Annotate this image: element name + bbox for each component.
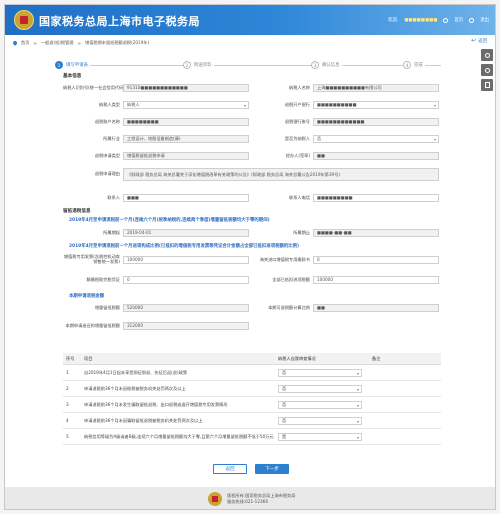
previous-button[interactable]: 返回 [213, 464, 247, 474]
table-row: 1 自2019年4月1日起未享受即征即退、先征后返(退)政策 否 ▾ [63, 364, 441, 381]
chevron-down-icon: ▾ [356, 434, 359, 440]
location-pin-icon [12, 40, 18, 46]
calc-section-title: 本期申请退税金额 [69, 294, 105, 299]
review-answer-select[interactable]: 否 ▾ [278, 384, 362, 393]
review-answer-select[interactable]: 否 ▾ [278, 400, 362, 409]
chevron-down-icon: ▾ [356, 418, 359, 424]
industry-field: 工程设计、地图设备制造(康) [123, 134, 249, 143]
account-name-field: ■■■■■■■■ [123, 117, 249, 126]
tax-payment-cert-input[interactable]: 0 [123, 275, 249, 284]
period-note: 2019年4月至申请退税前一个月(连续六个月(按季纳税的,连续两个季度)增量留抵… [69, 218, 270, 223]
table-row: 3 申请退税前36个月未发生骗取留抵退税、出口退税或虚开增值税专用发票情形 否 ▾ [63, 396, 441, 413]
app-window: 国家税务总局上海市电子税务局 欢迎, ■■■■■■■■ 首页 退出 首页 > 一… [4, 4, 496, 510]
site-title: 国家税务总局上海市电子税务局 [39, 15, 200, 28]
table-row: 2 申请退税前36个月未因偷税被税务机关处罚两次及以上 否 ▾ [63, 380, 441, 397]
increase-retention-field: 520000 [123, 303, 249, 312]
back-button[interactable]: ↩ 返回 [471, 37, 487, 45]
site-header: 国家税务总局上海市电子税务局 欢迎, ■■■■■■■■ 首页 退出 [5, 5, 495, 35]
ratio-note: 2019年4月至申请退税前一个月进项构成比例(已抵扣的增值税专用发票等凭证合计金… [69, 244, 300, 249]
bank-name-select[interactable]: ■■■■■■■■■■ ▾ [313, 100, 439, 109]
approver-field: ■■ [313, 151, 439, 160]
contact-input[interactable]: ■■■ [123, 193, 249, 202]
refund-reason-field: 《财政部 税务总局 海关总署关于深化增值税改革有关政策的公告》(财政部 税务总局… [123, 167, 439, 181]
customs-receipt-amount-input[interactable]: 0 [313, 255, 439, 264]
period-from-field: 2019-04-01 [123, 228, 249, 237]
side-tool-refresh[interactable] [481, 64, 493, 76]
special-invoice-amount-input[interactable]: 100000 [123, 255, 249, 264]
refund-amount-field: 312000 [123, 321, 249, 330]
home-link[interactable]: 首页 [454, 17, 463, 23]
breadcrumb-current: 增值税期末留抵税额退税(2019年) [85, 40, 150, 45]
step-progress: 1 填写申请表 2 附送资料 3 确认信息 4 完成 [55, 61, 445, 71]
taxpayer-id-field: 91310■■■■■■■■■■■■ [123, 83, 249, 92]
chevron-down-icon: ▾ [243, 102, 246, 108]
chevron-down-icon: ▾ [433, 102, 436, 108]
refund-type-field: 增值税留抵退税申请 [123, 151, 249, 160]
retention-section-title: 留抵退税信息 [63, 209, 91, 214]
footer-hotline: 服务热线:021-12366 [227, 499, 268, 504]
breadcrumb-home[interactable]: 首页 [21, 40, 29, 46]
credit-level-select[interactable]: 否 ▾ [313, 134, 439, 143]
phone-input[interactable]: ■■■■■■■■■ [313, 193, 439, 202]
breadcrumb: 首页 > 一般退(抵)税管理 > 增值税期末留抵税额退税(2019年) [12, 39, 150, 47]
chevron-down-icon: ▾ [356, 402, 359, 408]
next-step-button[interactable]: 下一步 [255, 464, 289, 474]
table-row: 4 申请退税前36个月未因骗取留抵退税被税务机关处罚两次及以上 否 ▾ [63, 412, 441, 429]
basic-section-title: 基本信息 [63, 74, 82, 79]
step-3: 3 确认信息 [311, 61, 342, 69]
review-answer-select[interactable]: 否 ▾ [278, 368, 362, 377]
chevron-down-icon: ▾ [433, 136, 436, 142]
refresh-icon [484, 67, 490, 73]
site-footer: 版权所有:国家税务总局上海市税务局 服务热线:021-12366 [5, 487, 495, 509]
power-icon[interactable] [469, 17, 475, 23]
period-to-field: ■■■■-■■-■■ [313, 228, 439, 237]
tax-emblem-icon [208, 492, 222, 506]
step-2: 2 附送资料 [183, 61, 214, 69]
home-icon[interactable] [443, 17, 449, 23]
tax-emblem-icon [14, 10, 34, 30]
step-4: 4 完成 [403, 61, 425, 69]
taxpayer-name-field: 上海■■■■■■■■■■有限公司 [313, 83, 439, 92]
user-name[interactable]: ■■■■■■■■ [404, 18, 437, 23]
total-deducted-input[interactable]: 100000 [313, 275, 439, 284]
table-row: 5 纳税信用等级为A级或者B级,连续六个月增量留抵税额均大于零,且第六个月增量留… [63, 428, 441, 445]
breadcrumb-refund[interactable]: 一般退(抵)税管理 [41, 40, 74, 46]
chevron-down-icon: ▾ [356, 370, 359, 376]
welcome-text: 欢迎, [388, 18, 399, 23]
back-arrow-icon: ↩ [471, 37, 477, 44]
document-icon [484, 82, 490, 88]
header-user-area: 欢迎, ■■■■■■■■ 首页 退出 [388, 17, 489, 23]
step-1: 1 填写申请表 [55, 61, 90, 69]
review-answer-select[interactable]: 否 ▾ [278, 416, 362, 425]
search-icon [484, 52, 490, 58]
side-tool-document[interactable] [481, 79, 493, 91]
account-number-field: ■■■■■■■■■■■■ [313, 117, 439, 126]
refund-ratio-field: ■■ [313, 303, 439, 312]
logout-link[interactable]: 退出 [480, 17, 489, 23]
table-header-row: 序号 项目 纳税人自我审查情况 备注 [63, 353, 441, 365]
side-tool-search[interactable] [481, 49, 493, 61]
self-review-table: 序号 项目 纳税人自我审查情况 备注 1 自2019年4月1日起未享受即征即退、… [63, 353, 441, 445]
taxpayer-type-select[interactable]: 纳税人 ▾ [123, 100, 249, 109]
chevron-down-icon: ▾ [356, 386, 359, 392]
side-toolbar [481, 49, 495, 94]
review-answer-select[interactable]: 是 ▾ [278, 432, 362, 441]
